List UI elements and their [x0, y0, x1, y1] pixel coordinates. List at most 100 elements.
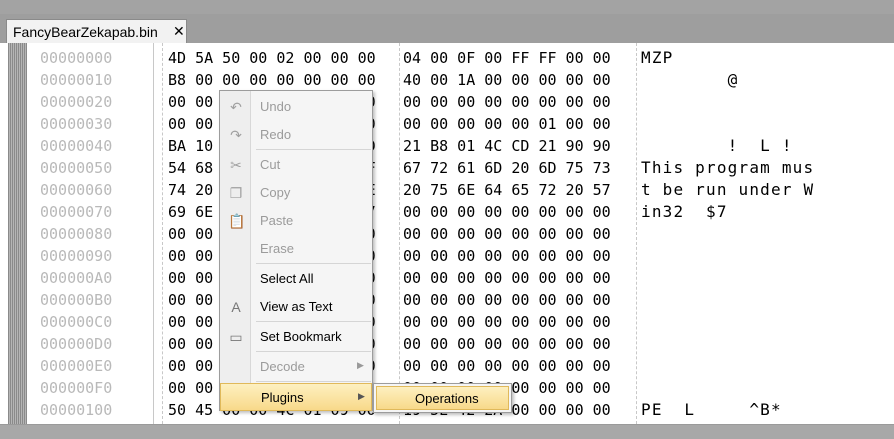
hex-cell[interactable]: 00 00 00 00 00 00 00 00 — [403, 289, 633, 311]
address-cell: 000000A0 — [40, 269, 113, 287]
window-top-bar — [0, 0, 894, 14]
hex-cell[interactable]: 4D 5A 50 00 02 00 00 00 — [168, 47, 398, 69]
menu-item-copy[interactable]: ❐ Copy — [220, 179, 372, 207]
menu-item-cut[interactable]: ✂ Cut — [220, 151, 372, 179]
ascii-cell[interactable] — [641, 311, 881, 333]
hex-cell[interactable]: 21 B8 01 4C CD 21 90 90 — [403, 135, 633, 157]
menu-item-label: Redo — [260, 127, 292, 142]
submenu-arrow-icon: ▶ — [358, 391, 365, 401]
menu-item-label: Set Bookmark — [260, 329, 342, 344]
hex-cell[interactable]: 00 00 00 00 00 00 00 00 — [403, 91, 633, 113]
hex-editor[interactable]: 00000000 00000010 00000020 00000030 00000040… — [0, 43, 894, 424]
ascii-column[interactable]: MZP @ ! L ! This program mus t be run unde… — [641, 47, 881, 421]
menu-separator — [256, 263, 371, 264]
hex-cell[interactable]: 40 00 1A 00 00 00 00 00 — [403, 69, 633, 91]
menu-item-label: Decode — [260, 359, 305, 374]
address-cell: 000000F0 — [40, 379, 113, 397]
address-cell: 00000060 — [40, 181, 113, 199]
menu-item-paste[interactable]: 📋 Paste — [220, 207, 372, 235]
address-cell: 00000040 — [40, 137, 113, 155]
hex-cell[interactable]: 00 00 00 00 00 00 00 00 — [403, 201, 633, 223]
menu-item-label: View as Text — [260, 299, 333, 314]
editor-gutter — [8, 43, 27, 424]
tab-strip: FancyBearZekapab.bin ✕ — [0, 14, 894, 43]
menu-separator — [256, 351, 371, 352]
menu-item-erase[interactable]: Erase — [220, 235, 372, 263]
address-cell: 00000050 — [40, 159, 113, 177]
paste-icon: 📋 — [228, 213, 246, 229]
ascii-cell[interactable] — [641, 223, 881, 245]
address-cell: 000000C0 — [40, 313, 113, 331]
menu-item-label: Copy — [260, 185, 291, 200]
ascii-cell[interactable] — [641, 245, 881, 267]
menu-separator — [256, 321, 371, 322]
hex-cell[interactable]: 00 00 00 00 00 00 00 00 — [403, 333, 633, 355]
ascii-cell[interactable]: t be run under W — [641, 179, 881, 201]
ascii-cell[interactable]: This program mus — [641, 157, 881, 179]
address-cell: 00000010 — [40, 71, 113, 89]
ascii-cell[interactable]: @ — [641, 69, 881, 91]
address-cell: 00000090 — [40, 247, 113, 265]
address-cell: 00000070 — [40, 203, 113, 221]
address-cell: 00000000 — [40, 49, 113, 67]
ascii-cell[interactable] — [641, 267, 881, 289]
context-menu: ↶ Undo ↷ Redo ✂ Cut ❐ Copy 📋 Paste Erase Select All… — [219, 90, 373, 411]
ascii-cell[interactable]: in32 $7 — [641, 201, 881, 223]
ascii-cell[interactable] — [641, 113, 881, 135]
menu-item-label: Plugins — [261, 390, 304, 405]
plugins-submenu: Operations — [373, 383, 512, 413]
hex-cell[interactable]: B8 00 00 00 00 00 00 00 — [168, 69, 398, 91]
copy-icon: ❐ — [229, 185, 243, 201]
menu-item-label: Paste — [260, 213, 294, 228]
ascii-cell[interactable] — [641, 355, 881, 377]
hex-middle-divider — [399, 43, 400, 424]
address-cell: 00000020 — [40, 93, 113, 111]
hex-cell[interactable]: 00 00 00 00 00 00 00 00 — [403, 223, 633, 245]
menu-item-select-all[interactable]: Select All — [220, 265, 372, 293]
hex-cell[interactable]: 20 75 6E 64 65 72 20 57 — [403, 179, 633, 201]
menu-item-label: Undo — [260, 99, 292, 114]
bookmark-icon: ▭ — [229, 329, 243, 345]
menu-item-label: Cut — [260, 157, 281, 172]
file-tab[interactable]: FancyBearZekapab.bin ✕ — [6, 19, 187, 43]
ascii-cell[interactable] — [641, 377, 881, 399]
menu-item-plugins[interactable]: Plugins ▶ — [220, 383, 372, 411]
close-icon[interactable]: ✕ — [173, 23, 185, 39]
submenu-arrow-icon: ▶ — [357, 360, 364, 370]
hex-cell[interactable]: 00 00 00 00 00 00 00 00 — [403, 311, 633, 333]
menu-item-decode[interactable]: Decode ▶ — [220, 353, 372, 381]
menu-item-undo[interactable]: ↶ Undo — [220, 93, 372, 121]
address-cell: 000000E0 — [40, 357, 113, 375]
menu-item-operations[interactable]: Operations — [376, 386, 509, 410]
address-cell: 000000D0 — [40, 335, 113, 353]
redo-icon: ↷ — [230, 127, 242, 143]
address-cell: 00000030 — [40, 115, 113, 133]
text-view-icon: A — [231, 299, 241, 315]
menu-item-label: Erase — [260, 241, 294, 256]
ascii-cell[interactable]: PE L ^B* — [641, 399, 881, 421]
menu-separator — [256, 381, 371, 382]
hex-cell[interactable]: 00 00 00 00 00 00 00 00 — [403, 355, 633, 377]
menu-item-set-bookmark[interactable]: ▭ Set Bookmark — [220, 323, 372, 351]
undo-icon: ↶ — [230, 99, 242, 115]
address-column: 00000000 00000010 00000020 00000030 00000040… — [40, 47, 140, 421]
menu-separator — [256, 149, 371, 150]
hex-cell[interactable]: 67 72 61 6D 20 6D 75 73 — [403, 157, 633, 179]
ascii-cell[interactable] — [641, 91, 881, 113]
hex-cell[interactable]: 00 00 00 00 00 01 00 00 — [403, 113, 633, 135]
ascii-cell[interactable] — [641, 289, 881, 311]
address-divider — [153, 43, 154, 424]
menu-item-label: Select All — [260, 271, 314, 286]
hex-column-right[interactable]: 04 00 0F 00 FF FF 00 00 40 00 1A 00 00 00… — [403, 47, 633, 421]
address-cell: 00000100 — [40, 401, 113, 419]
menu-item-view-as-text[interactable]: A View as Text — [220, 293, 372, 321]
ascii-cell[interactable]: MZP — [641, 47, 881, 69]
file-tab-title: FancyBearZekapab.bin — [13, 24, 158, 40]
ascii-cell[interactable]: ! L ! — [641, 135, 881, 157]
hex-cell[interactable]: 04 00 0F 00 FF FF 00 00 — [403, 47, 633, 69]
hex-cell[interactable]: 00 00 00 00 00 00 00 00 — [403, 267, 633, 289]
ascii-cell[interactable] — [641, 333, 881, 355]
menu-item-redo[interactable]: ↷ Redo — [220, 121, 372, 149]
hex-cell[interactable]: 00 00 00 00 00 00 00 00 — [403, 245, 633, 267]
status-bar — [0, 424, 894, 439]
